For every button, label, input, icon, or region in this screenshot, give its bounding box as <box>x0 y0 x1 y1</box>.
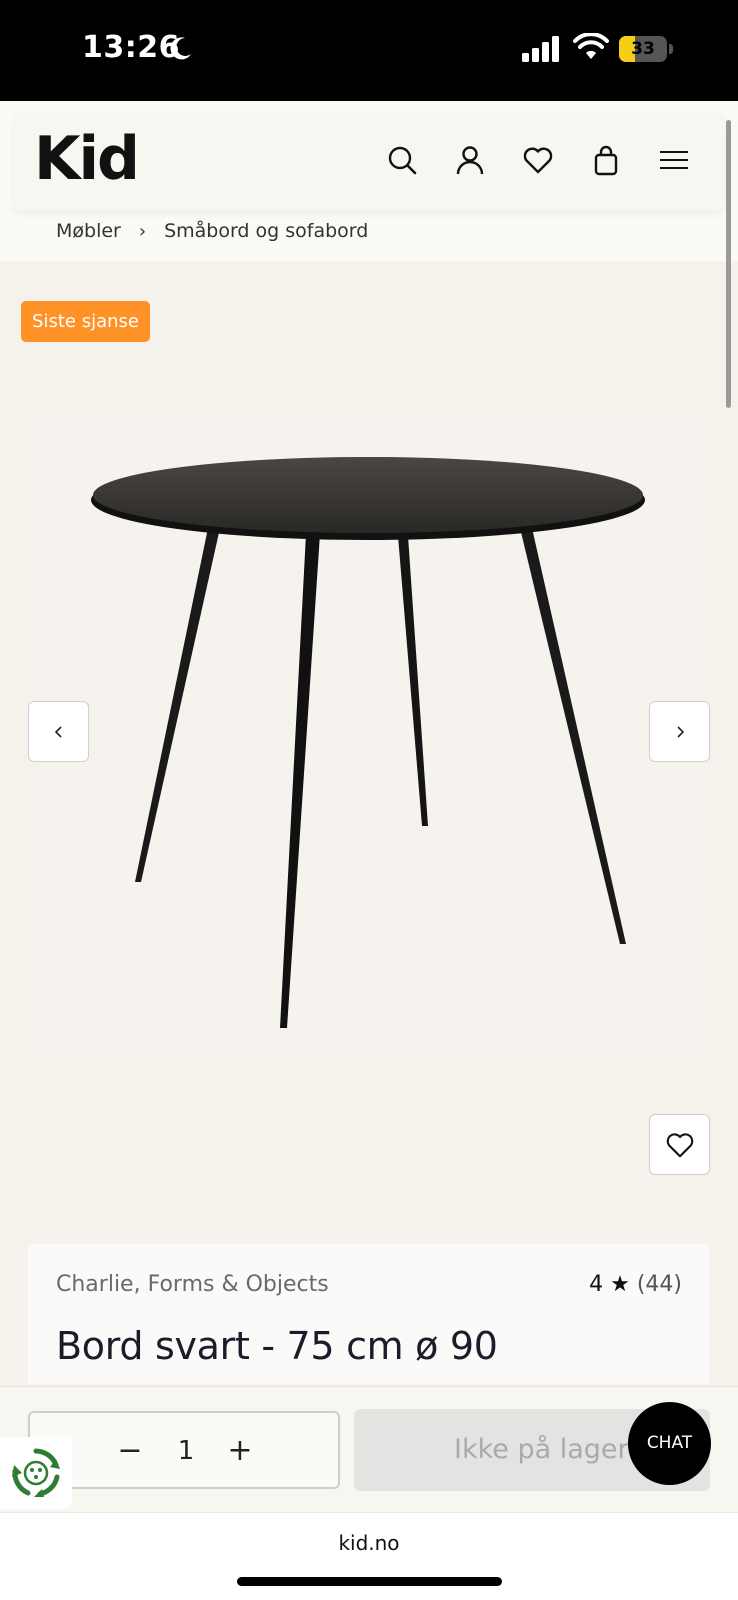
chat-button[interactable]: CHAT <box>628 1402 711 1485</box>
status-bar: 13:26 33 <box>0 0 738 101</box>
breadcrumb-separator: › <box>138 220 147 242</box>
purchase-bar: − 1 + Ikke på lager <box>0 1386 738 1512</box>
product-info-card: Charlie, Forms & Objects 4 ★ (44) Bord s… <box>28 1244 710 1384</box>
recycle-icon <box>12 1448 60 1497</box>
url-text[interactable]: kid.no <box>0 1531 738 1555</box>
heart-icon <box>666 1132 693 1157</box>
battery-percent: 33 <box>631 39 655 59</box>
user-icon[interactable] <box>454 144 486 176</box>
add-to-favorites-button[interactable] <box>649 1114 710 1175</box>
rating-count: (44) <box>636 1272 682 1297</box>
breadcrumb: Møbler › Småbord og sofabord <box>56 216 368 246</box>
prev-image-button[interactable] <box>28 701 89 762</box>
battery-indicator: 33 <box>619 36 673 62</box>
product-brand[interactable]: Charlie, Forms & Objects <box>56 1272 329 1297</box>
page-scrollbar[interactable] <box>726 120 731 408</box>
chevron-left-icon <box>54 725 62 738</box>
search-icon[interactable] <box>386 144 418 176</box>
quantity-increase-button[interactable]: + <box>220 1431 260 1471</box>
signal-icon <box>522 36 562 62</box>
breadcrumb-item-smabord[interactable]: Småbord og sofabord <box>164 220 368 242</box>
breadcrumb-item-mobler[interactable]: Møbler <box>56 220 121 242</box>
quantity-stepper: − 1 + <box>28 1411 340 1489</box>
browser-url-bar[interactable]: kid.no <box>0 1512 738 1600</box>
product-rating[interactable]: 4 ★ (44) <box>589 1272 682 1297</box>
wifi-icon <box>573 32 609 61</box>
chevron-right-icon <box>676 725 684 738</box>
product-title: Bord svart - 75 cm ø 90 <box>56 1324 498 1368</box>
product-image[interactable] <box>36 408 702 1054</box>
battery-cap <box>669 44 673 54</box>
last-chance-badge: Siste sjanse <box>21 301 150 342</box>
rating-value: 4 ★ <box>589 1272 630 1297</box>
site-header: Kid <box>14 114 724 210</box>
quantity-value[interactable]: 1 <box>166 1431 206 1471</box>
bag-icon[interactable] <box>590 144 622 176</box>
quantity-decrease-button[interactable]: − <box>110 1431 150 1471</box>
next-image-button[interactable] <box>649 701 710 762</box>
menu-icon[interactable] <box>658 144 690 176</box>
moon-icon <box>168 35 194 61</box>
recycle-badge[interactable] <box>0 1437 72 1509</box>
site-logo[interactable]: Kid <box>34 124 140 194</box>
status-time: 13:26 <box>82 30 180 65</box>
home-indicator[interactable] <box>237 1577 502 1586</box>
heart-icon[interactable] <box>522 144 554 176</box>
battery-body: 33 <box>619 36 667 62</box>
